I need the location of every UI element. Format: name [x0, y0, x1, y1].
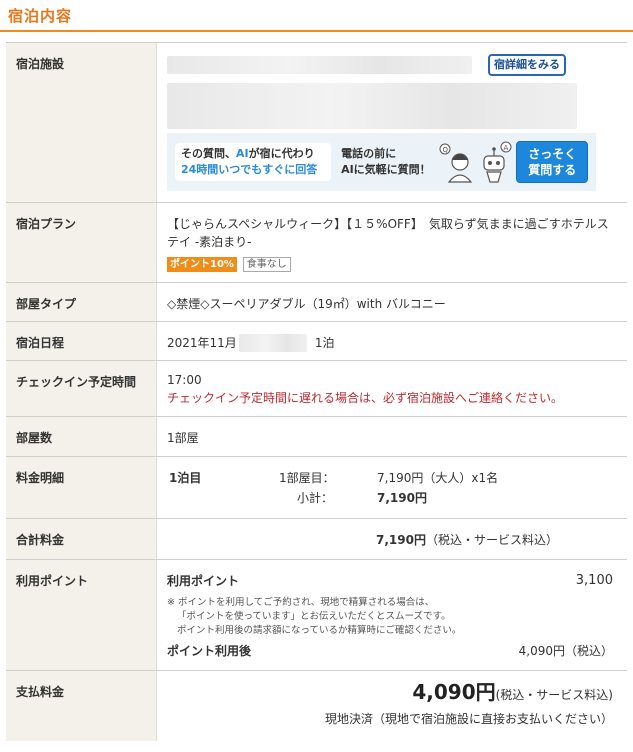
label-dates: 宿泊日程: [6, 322, 157, 360]
row-rooms: 部屋数 1部屋: [6, 417, 627, 457]
label-rooms: 部屋数: [6, 417, 157, 456]
facility-name-redacted: [167, 56, 472, 74]
total-note: （税込・サービス料込）: [425, 533, 558, 547]
label-points: 利用ポイント: [6, 560, 157, 670]
label-plan: 宿泊プラン: [6, 203, 157, 282]
row-fee-detail: 料金明細 1泊目 1部屋目： 7,190円（大人）x1名 小計： 7,190円: [6, 457, 627, 519]
label-payment: 支払料金: [6, 671, 157, 741]
ai-question-banner[interactable]: その質問、AIが宿に代わり 24時間いつでもすぐに回答 電話の前に AIに気軽に…: [167, 133, 596, 191]
points-after-value: 4,090円（税込）: [518, 644, 613, 658]
fee-subtotal-label: 小計：: [297, 491, 334, 505]
operator-robot-icon: Q A: [438, 140, 516, 184]
label-total: 合計料金: [6, 519, 157, 559]
section-title: 宿泊内容: [0, 0, 633, 32]
points-notes: ※ ポイントを利用してご予約され、現地で精算される場合は、 「ポイントを使ってい…: [167, 597, 462, 636]
row-points: 利用ポイント 利用ポイント 3,100 ※ ポイントを利用してご予約され、現地で…: [6, 560, 627, 671]
payment-amount: 4,090円: [412, 680, 496, 704]
points-inner-label: 利用ポイント: [167, 574, 240, 588]
label-checkin: チェックイン予定時間: [6, 361, 157, 416]
points-after-label: ポイント利用後: [167, 644, 252, 658]
fee-room: 1部屋目：: [279, 471, 335, 485]
svg-text:A: A: [504, 144, 509, 152]
svg-text:Q: Q: [443, 146, 449, 154]
label-facility: 宿泊施設: [6, 43, 157, 202]
meal-badge: 食事なし: [242, 257, 291, 272]
facility-detail-button[interactable]: 宿詳細をみる: [488, 54, 566, 76]
fee-price: 7,190円（大人）x1名: [377, 471, 499, 485]
points-value: 3,100: [575, 573, 613, 588]
dates-day-redacted: [238, 334, 307, 352]
row-facility: 宿泊施設 宿詳細をみる その質問、AIが宿に代わり 24時間いつでもすぐに回答 …: [6, 43, 627, 203]
row-dates: 宿泊日程 2021年11月 1泊: [6, 322, 627, 361]
room-type-value: ◇禁煙◇スーペリアダブル（19㎡）with バルコニー: [167, 297, 446, 311]
payment-amount-note: (税込・サービス料込): [495, 688, 613, 702]
facility-address-redacted: [167, 83, 577, 129]
reservation-table: 宿泊施設 宿詳細をみる その質問、AIが宿に代わり 24時間いつでもすぐに回答 …: [6, 42, 627, 741]
row-room-type: 部屋タイプ ◇禁煙◇スーペリアダブル（19㎡）with バルコニー: [6, 283, 627, 322]
label-fee-detail: 料金明細: [6, 457, 157, 518]
checkin-warning: チェックイン予定時間に遅れる場合は、必ず宿泊施設へご連絡ください。: [167, 391, 564, 405]
fee-night: 1泊目: [169, 471, 202, 485]
checkin-time: 17:00: [167, 373, 202, 387]
payment-method: 現地決済（現地で宿泊施設に直接お支払いください）: [324, 712, 613, 726]
dates-nights: 1泊: [314, 336, 335, 350]
rooms-value: 1部屋: [167, 431, 199, 445]
row-checkin: チェックイン予定時間 17:00 チェックイン予定時間に遅れる場合は、必ず宿泊施…: [6, 361, 627, 417]
fee-subtotal: 7,190円: [377, 491, 427, 505]
plan-name: 【じゃらんスペシャルウィーク】【１５%OFF】 気取らず気ままに過ごすホテルステ…: [167, 217, 609, 249]
row-total: 合計料金 7,190円（税込・サービス料込）: [6, 519, 627, 560]
dates-value: 2021年11月: [167, 336, 237, 350]
point-badge: ポイント10%: [167, 257, 237, 272]
ai-banner-bubble: その質問、AIが宿に代わり 24時間いつでもすぐに回答: [175, 143, 332, 181]
label-room-type: 部屋タイプ: [6, 283, 157, 321]
ai-banner-phone-text: 電話の前に AIに気軽に質問！: [341, 147, 431, 176]
total-amount: 7,190円: [376, 533, 426, 547]
row-plan: 宿泊プラン 【じゃらんスペシャルウィーク】【１５%OFF】 気取らず気ままに過ご…: [6, 203, 627, 283]
row-payment: 支払料金 4,090円(税込・サービス料込) 現地決済（現地で宿泊施設に直接お支…: [6, 671, 627, 741]
ask-question-button[interactable]: さっそく 質問する: [516, 141, 588, 183]
